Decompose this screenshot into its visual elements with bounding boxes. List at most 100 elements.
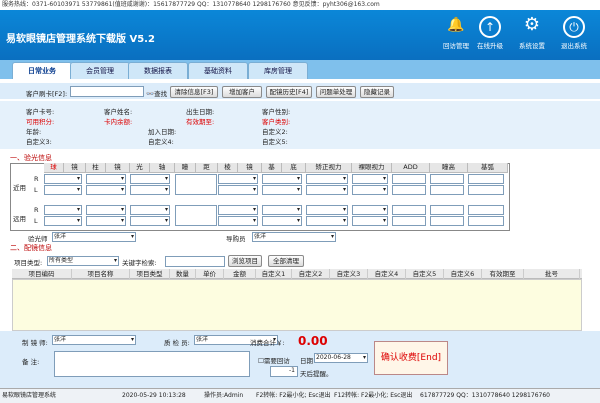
near-pd-input[interactable] <box>175 174 217 195</box>
exam-select[interactable] <box>218 174 258 184</box>
settings-button[interactable]: ⚙ 系统设置 <box>512 14 552 58</box>
top-info-bar: 服务热线：0371-60103971 53779861(值班咸谢谢)：15617… <box>0 0 600 10</box>
status-hint1: F2转帐: F2最小化; Esc退出 <box>256 392 331 399</box>
exam-select[interactable] <box>262 216 302 226</box>
exam-select[interactable] <box>44 174 82 184</box>
exam-input[interactable] <box>392 174 426 184</box>
days-stepper[interactable]: -1 <box>270 366 298 377</box>
exam-select[interactable] <box>130 205 170 215</box>
confirm-payment-button[interactable]: 确认收费[End] <box>374 341 448 375</box>
hide-record-button[interactable]: 隐藏记录 <box>360 86 394 98</box>
exam-select[interactable] <box>306 205 348 215</box>
app-title: 易软眼镜店管理系统下载版 V5.2 <box>6 34 155 45</box>
tab-daily[interactable]: 日常业务 <box>12 62 72 79</box>
exam-select[interactable] <box>86 185 126 195</box>
exam-input[interactable] <box>430 174 464 184</box>
exam-select[interactable] <box>86 205 126 215</box>
maker-select[interactable]: 张洋 <box>52 335 136 345</box>
exam-select[interactable] <box>306 216 348 226</box>
clear-info-button[interactable]: 清除信息[F3] <box>170 86 218 98</box>
exam-select[interactable] <box>352 174 388 184</box>
tab-warehouse[interactable]: 库房管理 <box>248 62 308 79</box>
info-gender: 客户性别: <box>262 108 291 116</box>
add-customer-button[interactable]: 增加客户 <box>222 86 262 98</box>
clear-all-button[interactable]: 全部清理 <box>268 255 304 267</box>
exam-input[interactable] <box>392 216 426 226</box>
total-amount: 0.00 <box>298 334 328 348</box>
optometrist-select[interactable]: 张洋 <box>52 232 136 242</box>
exam-select[interactable] <box>352 205 388 215</box>
far-r: R <box>34 206 39 214</box>
exam-select[interactable] <box>218 205 258 215</box>
exam-col-header: ADD <box>392 163 430 173</box>
keyword-input[interactable] <box>165 256 225 267</box>
far-l: L <box>34 217 38 225</box>
info-age: 年龄: <box>26 128 42 136</box>
exam-input[interactable] <box>430 205 464 215</box>
history-button[interactable]: 配镜历史[F4] <box>266 86 312 98</box>
info-name: 客户姓名: <box>104 108 133 116</box>
info-type: 客户类别: <box>262 118 291 126</box>
exam-select[interactable] <box>262 185 302 195</box>
type-select[interactable]: 所有类型 <box>47 256 119 266</box>
items-col-header: 批号 <box>524 269 580 279</box>
exam-select[interactable] <box>352 185 388 195</box>
exam-input[interactable] <box>392 205 426 215</box>
guide-label: 导购员 <box>226 235 246 243</box>
exam-input[interactable] <box>468 185 504 195</box>
exam-col-header: 镜 <box>106 163 130 173</box>
find-label[interactable]: 👓查找 <box>146 88 167 98</box>
info-custom3: 自定义3: <box>26 138 52 146</box>
browse-button[interactable]: 浏览项目 <box>228 255 262 267</box>
issue-button[interactable]: 问题单处理 <box>316 86 356 98</box>
exam-select[interactable] <box>352 216 388 226</box>
exam-select[interactable] <box>262 205 302 215</box>
items-table[interactable] <box>12 279 582 331</box>
exam-select[interactable] <box>306 174 348 184</box>
items-col-header: 自定义6 <box>444 269 482 279</box>
date-label: 日期 <box>300 357 313 365</box>
info-birth: 出生日期: <box>186 108 215 116</box>
exam-select[interactable] <box>44 205 82 215</box>
tab-members[interactable]: 会员管理 <box>70 62 130 79</box>
exam-select[interactable] <box>130 185 170 195</box>
exam-input[interactable] <box>468 216 504 226</box>
tab-basic-data[interactable]: 基础资料 <box>188 62 248 79</box>
tab-reports[interactable]: 数据报表 <box>128 62 188 79</box>
card-input[interactable] <box>70 86 144 97</box>
items-col-header: 金额 <box>224 269 256 279</box>
exam-select[interactable] <box>130 216 170 226</box>
exam-input[interactable] <box>392 185 426 195</box>
far-pd-input[interactable] <box>175 205 217 226</box>
revisit-checkbox[interactable]: ☐需要回访 <box>258 355 290 365</box>
status-time: 2020-05-29 10:13:28 <box>122 392 186 399</box>
exam-select[interactable] <box>218 216 258 226</box>
guide-select[interactable]: 张洋 <box>252 232 336 242</box>
remark-input[interactable] <box>54 351 250 377</box>
status-operator: 操作员:Admin <box>204 392 244 399</box>
items-col-header: 自定义1 <box>256 269 292 279</box>
exam-select[interactable] <box>306 185 348 195</box>
exam-col-header: 瞳 <box>175 163 196 173</box>
exam-select[interactable] <box>44 185 82 195</box>
near-r: R <box>34 175 39 183</box>
items-col-header: 项目类型 <box>130 269 170 279</box>
exam-select[interactable] <box>86 216 126 226</box>
info-balance: 卡内余额: <box>104 118 133 126</box>
exam-select[interactable] <box>44 216 82 226</box>
exam-col-header: 柱 <box>86 163 106 173</box>
exam-input[interactable] <box>468 205 504 215</box>
exam-input[interactable] <box>430 216 464 226</box>
exam-input[interactable] <box>468 174 504 184</box>
power-icon: ⏻ <box>563 16 585 38</box>
exam-select[interactable] <box>130 174 170 184</box>
exam-select[interactable] <box>86 174 126 184</box>
date-picker[interactable]: 2020-06-28 <box>314 353 368 363</box>
exam-input[interactable] <box>430 185 464 195</box>
exit-button[interactable]: ⏻ 退出系统 <box>554 14 594 58</box>
exam-select[interactable] <box>218 185 258 195</box>
exam-select[interactable] <box>262 174 302 184</box>
status-app: 易软眼镜店管理系统 <box>2 392 57 399</box>
upgrade-button[interactable]: ↑ 在线升级 <box>470 14 510 58</box>
arrow-up-icon: ↑ <box>479 16 501 38</box>
